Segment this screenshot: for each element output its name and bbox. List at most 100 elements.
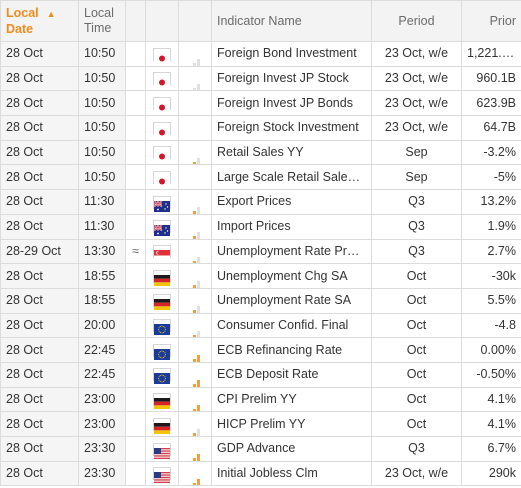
importance-cell xyxy=(178,213,212,240)
date-cell: 28 Oct xyxy=(0,41,79,67)
us-flag-icon xyxy=(153,467,171,484)
time-cell: 22:45 xyxy=(78,337,126,363)
date-cell: 28 Oct xyxy=(0,213,79,240)
tentative-mark xyxy=(125,337,146,363)
indicator-name[interactable]: Unemployment Rate SA xyxy=(211,287,372,314)
indicator-name[interactable]: Large Scale Retail Sales ... xyxy=(211,164,372,191)
indicator-name[interactable]: Retail Sales YY xyxy=(211,139,372,166)
tentative-mark xyxy=(125,115,146,141)
us-flag-icon xyxy=(153,442,171,459)
country-flag-cell xyxy=(145,287,179,314)
column-header-importance xyxy=(178,0,212,42)
tentative-mark xyxy=(125,41,146,67)
indicator-name[interactable]: HICP Prelim YY xyxy=(211,411,372,437)
date-cell: 28 Oct xyxy=(0,263,79,289)
date-cell: 28 Oct xyxy=(0,139,79,166)
column-header-prior[interactable]: Prior xyxy=(461,0,521,42)
importance-bar xyxy=(197,305,200,313)
australia-flag-icon xyxy=(153,220,171,237)
indicator-name[interactable]: Unemployment Chg SA xyxy=(211,263,372,289)
country-flag-cell xyxy=(145,41,179,67)
indicator-name[interactable]: Unemployment Rate Prel... xyxy=(211,238,372,265)
indicator-name[interactable]: ECB Refinancing Rate xyxy=(211,337,372,363)
country-flag-cell xyxy=(145,189,179,215)
tentative-mark xyxy=(125,436,146,462)
table-row[interactable]: 28 Oct 23:30 GDP Advance Q3 6.7% xyxy=(0,436,521,462)
prior-value: 64.7B xyxy=(461,115,521,141)
table-row[interactable]: 28 Oct 18:55 Unemployment Rate SA Oct 5.5% xyxy=(0,287,521,314)
date-cell: 28 Oct xyxy=(0,436,79,462)
table-row[interactable]: 28 Oct 18:55 Unemployment Chg SA Oct -30k xyxy=(0,263,521,289)
time-cell: 11:30 xyxy=(78,213,126,240)
table-row[interactable]: 28 Oct 22:45 ECB Refinancing Rate Oct 0.00% xyxy=(0,337,521,363)
column-header-period[interactable]: Period xyxy=(371,0,462,42)
indicator-name[interactable]: ECB Deposit Rate xyxy=(211,361,372,388)
header-row: Local ▲ Date Local Time Indicator Name Pe… xyxy=(0,0,521,42)
tentative-mark xyxy=(125,65,146,92)
period-cell: Q3 xyxy=(371,213,462,240)
table-row[interactable]: 28 Oct 23:00 CPI Prelim YY Oct 4.1% xyxy=(0,386,521,413)
table-row[interactable]: 28 Oct 10:50 Large Scale Retail Sales ... S… xyxy=(0,164,521,191)
indicator-name[interactable]: GDP Advance xyxy=(211,436,372,462)
table-row[interactable]: 28 Oct 10:50 Foreign Bond Investment 23 Oct… xyxy=(0,41,521,67)
prior-value: 4.1% xyxy=(461,386,521,413)
tentative-mark xyxy=(125,263,146,289)
column-header-country xyxy=(145,0,179,42)
period-cell: 23 Oct, w/e xyxy=(371,65,462,92)
time-cell: 18:55 xyxy=(78,287,126,314)
importance-bars-icon xyxy=(189,468,201,485)
period-cell: Oct xyxy=(371,312,462,339)
period-cell: 23 Oct, w/e xyxy=(371,90,462,117)
country-flag-cell xyxy=(145,213,179,240)
country-flag-cell xyxy=(145,411,179,437)
column-header-indicator[interactable]: Indicator Name xyxy=(211,0,372,42)
prior-value: 290k xyxy=(461,460,521,487)
germany-flag-icon xyxy=(153,269,171,286)
prior-value: 0.00% xyxy=(461,337,521,363)
period-cell: Oct xyxy=(371,411,462,437)
indicator-name[interactable]: Initial Jobless Clm xyxy=(211,460,372,487)
table-row[interactable]: 28-29 Oct 13:30 ≈ Unemployment Rate Prel...… xyxy=(0,238,521,265)
table-row[interactable]: 28 Oct 10:50 Foreign Invest JP Stock 23 Oct… xyxy=(0,65,521,92)
period-cell: Oct xyxy=(371,386,462,413)
column-header-local-time[interactable]: Local Time xyxy=(78,0,126,42)
germany-flag-icon xyxy=(153,294,171,311)
indicator-name[interactable]: Foreign Bond Investment xyxy=(211,41,372,67)
importance-cell xyxy=(178,386,212,413)
table-row[interactable]: 28 Oct 23:00 HICP Prelim YY Oct 4.1% xyxy=(0,411,521,437)
indicator-name[interactable]: Foreign Invest JP Bonds xyxy=(211,90,372,117)
indicator-name[interactable]: CPI Prelim YY xyxy=(211,386,372,413)
indicator-name[interactable]: Foreign Stock Investment xyxy=(211,115,372,141)
prior-value: 1.9% xyxy=(461,213,521,240)
prior-value: 960.1B xyxy=(461,65,521,92)
importance-cell xyxy=(178,361,212,388)
japan-flag-icon xyxy=(153,170,171,187)
country-flag-cell xyxy=(145,361,179,388)
table-row[interactable]: 28 Oct 10:50 Foreign Stock Investment 23 Oc… xyxy=(0,115,521,141)
table-row[interactable]: 28 Oct 23:30 Initial Jobless Clm 23 Oct, w/… xyxy=(0,460,521,487)
importance-cell xyxy=(178,312,212,339)
indicator-name[interactable]: Export Prices xyxy=(211,189,372,215)
importance-cell xyxy=(178,287,212,314)
table-row[interactable]: 28 Oct 11:30 Export Prices Q3 13.2% xyxy=(0,189,521,215)
indicator-name[interactable]: Consumer Confid. Final xyxy=(211,312,372,339)
importance-bars-icon xyxy=(189,147,201,164)
table-row[interactable]: 28 Oct 10:50 Foreign Invest JP Bonds 23 Oct… xyxy=(0,90,521,117)
table-row[interactable]: 28 Oct 22:45 ECB Deposit Rate Oct -0.50% xyxy=(0,361,521,388)
column-header-local-date[interactable]: Local ▲ Date xyxy=(0,0,79,42)
indicator-name[interactable]: Foreign Invest JP Stock xyxy=(211,65,372,92)
period-cell: Q3 xyxy=(371,436,462,462)
indicator-name[interactable]: Import Prices xyxy=(211,213,372,240)
country-flag-cell xyxy=(145,115,179,141)
tentative-mark xyxy=(125,411,146,437)
eu-flag-icon xyxy=(153,319,171,336)
table-row[interactable]: 28 Oct 11:30 Import Prices Q3 1.9% xyxy=(0,213,521,240)
table-row[interactable]: 28 Oct 20:00 Consumer Confid. Final Oct -4.8 xyxy=(0,312,521,339)
table-row[interactable]: 28 Oct 10:50 Retail Sales YY Sep -3.2% xyxy=(0,139,521,166)
importance-bar xyxy=(197,379,200,387)
time-cell: 10:50 xyxy=(78,41,126,67)
eu-flag-icon xyxy=(153,368,171,385)
importance-cell xyxy=(178,238,212,265)
date-cell: 28 Oct xyxy=(0,411,79,437)
prior-value: -0.50% xyxy=(461,361,521,388)
